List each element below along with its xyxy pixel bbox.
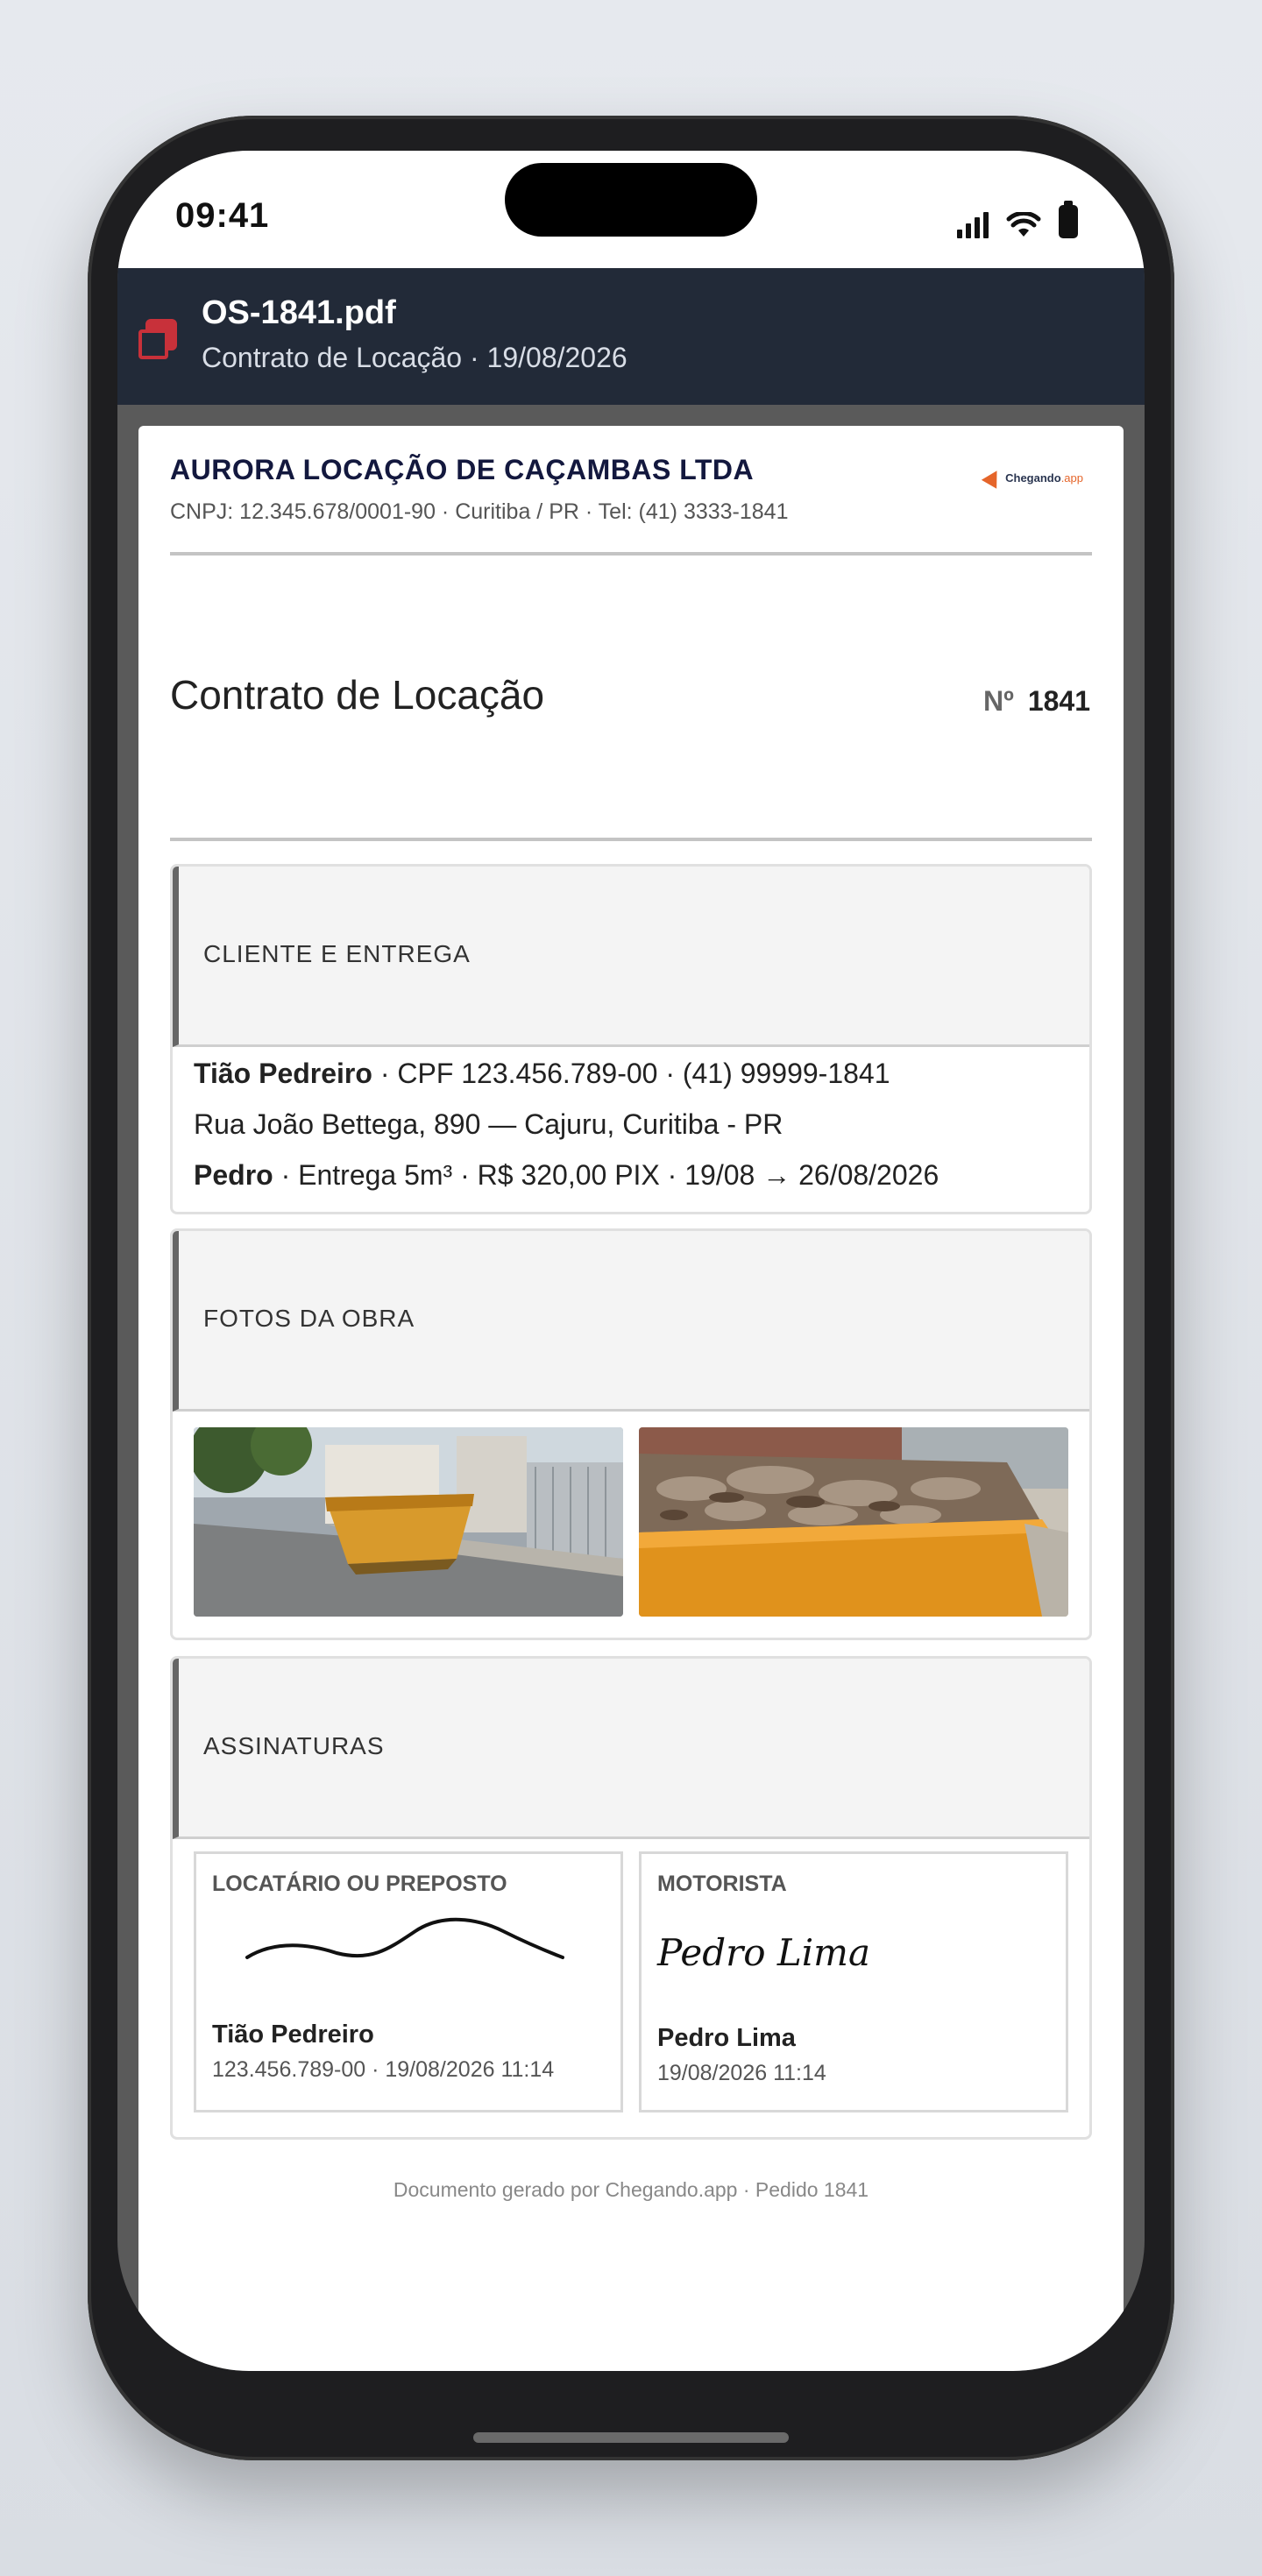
logo-text: Chegando	[1005, 471, 1061, 485]
pdf-file-subtitle: Contrato de Locação · 19/08/2026	[202, 342, 627, 373]
tenant-signature-drawing	[245, 1917, 564, 1959]
signal-icon	[957, 212, 989, 238]
home-indicator[interactable]	[473, 2432, 789, 2443]
company-info: CNPJ: 12.345.678/0001-90 · Curitiba / PR…	[170, 499, 789, 524]
document-title: Contrato de Locação	[170, 672, 545, 718]
client-section: CLIENTE E ENTREGA Tião Pedreiro · CPF 12…	[170, 864, 1092, 1214]
document-footer: Documento gerado por Chegando.app · Pedi…	[393, 2178, 869, 2201]
signatures-section: ASSINATURAS LOCATÁRIO OU PREPOSTO Tião P…	[170, 1656, 1092, 2140]
photos-section-heading: FOTOS DA OBRA	[203, 1305, 415, 1332]
signatures-section-header: ASSINATURAS	[173, 1659, 1089, 1839]
driver-signature-box: MOTORISTA Pedro Lima Pedro Lima 19/08/20…	[639, 1851, 1068, 2112]
tenant-signer-name: Tião Pedreiro	[212, 2020, 374, 2049]
logo-suffix: .app	[1060, 471, 1083, 485]
wifi-icon	[1006, 212, 1041, 237]
pdf-page[interactable]: AURORA LOCAÇÃO DE CAÇAMBAS LTDA CNPJ: 12…	[138, 426, 1124, 2371]
battery-icon	[1059, 201, 1078, 238]
header-divider	[170, 552, 1092, 556]
client-name: Tião Pedreiro	[194, 1058, 372, 1089]
client-section-heading: CLIENTE E ENTREGA	[203, 940, 471, 967]
signatures-section-heading: ASSINATURAS	[203, 1732, 385, 1759]
driver-signer-meta: 19/08/2026 11:14	[657, 2061, 826, 2085]
dynamic-island	[505, 163, 757, 237]
photos-section: FOTOS DA OBRA	[170, 1228, 1092, 1640]
driver-name: Pedro	[194, 1159, 273, 1191]
status-bar: 09:41	[117, 151, 1145, 268]
logo-arrow-icon	[981, 466, 1005, 489]
client-line: Tião Pedreiro · CPF 123.456.789-00 · (41…	[194, 1058, 890, 1090]
status-time: 09:41	[175, 196, 270, 235]
document-number: Nº 1841	[983, 685, 1090, 718]
company-name: AURORA LOCAÇÃO DE CAÇAMBAS LTDA	[170, 454, 755, 485]
pdf-file-icon	[138, 319, 177, 359]
document-number-value: 1841	[1027, 685, 1090, 717]
delivery-line: Pedro · Entrega 5m³ · R$ 320,00 PIX · 19…	[194, 1159, 939, 1192]
client-section-header: CLIENTE E ENTREGA	[173, 867, 1089, 1047]
tenant-signature-label: LOCATÁRIO OU PREPOSTO	[212, 1872, 507, 1896]
tenant-signature-box: LOCATÁRIO OU PREPOSTO Tião Pedreiro 123.…	[194, 1851, 623, 2112]
status-icons	[957, 201, 1078, 238]
chegando-logo: Chegando.app	[981, 466, 1083, 489]
delivery-details: · Entrega 5m³ · R$ 320,00 PIX · 19/08 → …	[273, 1159, 939, 1191]
site-photo-dumpster-debris[interactable]	[639, 1427, 1068, 1617]
title-divider	[170, 838, 1092, 841]
pdf-file-name: OS-1841.pdf	[202, 294, 396, 331]
driver-signer-name: Pedro Lima	[657, 2024, 796, 2052]
phone-screen: 09:41 OS-1841.pdf Contrato de Locação · …	[117, 151, 1145, 2371]
driver-signature-label: MOTORISTA	[657, 1872, 787, 1896]
document-number-label: Nº	[983, 685, 1014, 717]
client-address: Rua João Bettega, 890 — Cajuru, Curitiba…	[194, 1108, 783, 1140]
pdf-viewer-header: OS-1841.pdf Contrato de Locação · 19/08/…	[117, 268, 1145, 405]
tenant-signer-meta: 123.456.789-00 · 19/08/2026 11:14	[212, 2057, 555, 2082]
photos-section-header: FOTOS DA OBRA	[173, 1231, 1089, 1412]
client-details: · CPF 123.456.789-00 · (41) 99999-1841	[372, 1058, 890, 1089]
site-photo-dumpster-street[interactable]	[194, 1427, 623, 1617]
driver-signature-script: Pedro Lima	[657, 1931, 871, 1974]
